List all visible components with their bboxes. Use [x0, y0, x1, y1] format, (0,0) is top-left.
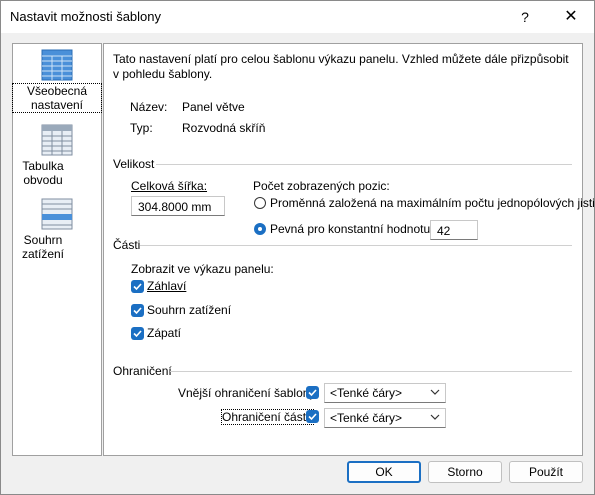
header-checkbox[interactable] — [131, 280, 144, 293]
name-value: Panel větve — [182, 100, 245, 114]
apply-button[interactable]: Použít — [509, 461, 583, 483]
load-summary-checkbox-label[interactable]: Souhrn zatížení — [147, 303, 231, 317]
sidebar-item-label: Všeobecná nastavení — [12, 83, 102, 113]
footer-checkbox-label[interactable]: Zápatí — [147, 326, 181, 340]
sidebar-item-circuit-table[interactable]: Tabulka obvodu — [13, 124, 101, 187]
category-sidebar: Všeobecná nastavení Tabulka obvodu Souhr… — [12, 43, 102, 456]
grid-table-icon — [41, 124, 73, 156]
radio-variable[interactable] — [254, 197, 266, 209]
footer-checkbox[interactable] — [131, 327, 144, 340]
cancel-button[interactable]: Storno — [428, 461, 502, 483]
sections-border-select[interactable]: <Tenké čáry> — [324, 408, 446, 428]
outer-border-select[interactable]: <Tenké čáry> — [324, 383, 446, 403]
total-width-input[interactable]: 304.8000 mm — [131, 196, 225, 216]
sidebar-item-label: Tabulka obvodu — [22, 159, 64, 187]
name-label: Název: — [130, 100, 168, 114]
chevron-down-icon — [430, 389, 440, 395]
outer-border-checkbox[interactable] — [306, 386, 319, 399]
parts-group-title: Části — [113, 238, 141, 252]
group-divider — [140, 245, 572, 246]
close-button[interactable]: ✕ — [553, 1, 589, 33]
group-divider — [170, 371, 572, 372]
type-label: Typ: — [130, 121, 153, 135]
borders-group-title: Ohraničení — [113, 364, 172, 378]
show-in-report-label: Zobrazit ve výkazu panelu: — [131, 262, 274, 276]
group-divider — [156, 164, 572, 165]
grid-table-icon — [41, 198, 73, 230]
window-title: Nastavit možnosti šablony — [10, 9, 162, 24]
help-button[interactable]: ? — [507, 1, 543, 33]
grid-table-icon — [41, 49, 73, 81]
outer-border-select-value: <Tenké čáry> — [330, 386, 403, 400]
positions-label: Počet zobrazených pozic: — [253, 179, 390, 193]
total-width-label: Celková šířka: — [131, 179, 208, 193]
sidebar-item-label: Souhrn zatížení — [21, 233, 65, 261]
header-checkbox-label[interactable]: Záhlaví — [147, 279, 186, 293]
intro-text: Tato nastavení platí pro celou šablonu v… — [113, 52, 569, 81]
size-group-title: Velikost — [113, 157, 155, 171]
dialog-window: Nastavit možnosti šablony ? ✕ Všeobecná … — [0, 0, 595, 495]
outer-border-label: Vnější ohraničení šablony: — [178, 386, 319, 400]
title-bar: Nastavit možnosti šablony ? ✕ — [1, 1, 594, 33]
load-summary-checkbox[interactable] — [131, 304, 144, 317]
fixed-positions-input[interactable]: 42 — [430, 220, 478, 240]
radio-variable-label[interactable]: Proměnná založená na maximálním počtu je… — [270, 196, 595, 210]
ok-button[interactable]: OK — [347, 461, 421, 483]
chevron-down-icon — [430, 414, 440, 420]
sidebar-item-general[interactable]: Všeobecná nastavení — [12, 49, 102, 113]
settings-panel: Tato nastavení platí pro celou šablonu v… — [103, 43, 595, 456]
radio-fixed-label[interactable]: Pevná pro konstantní hodnotu: — [270, 222, 433, 236]
radio-fixed[interactable] — [254, 223, 266, 235]
sections-border-checkbox[interactable] — [306, 410, 319, 423]
sections-border-select-value: <Tenké čáry> — [330, 411, 403, 425]
type-value: Rozvodná skříň — [182, 121, 266, 135]
sidebar-item-load-summary[interactable]: Souhrn zatížení — [13, 198, 101, 261]
sections-border-label: Ohraničení částí: — [221, 409, 314, 425]
